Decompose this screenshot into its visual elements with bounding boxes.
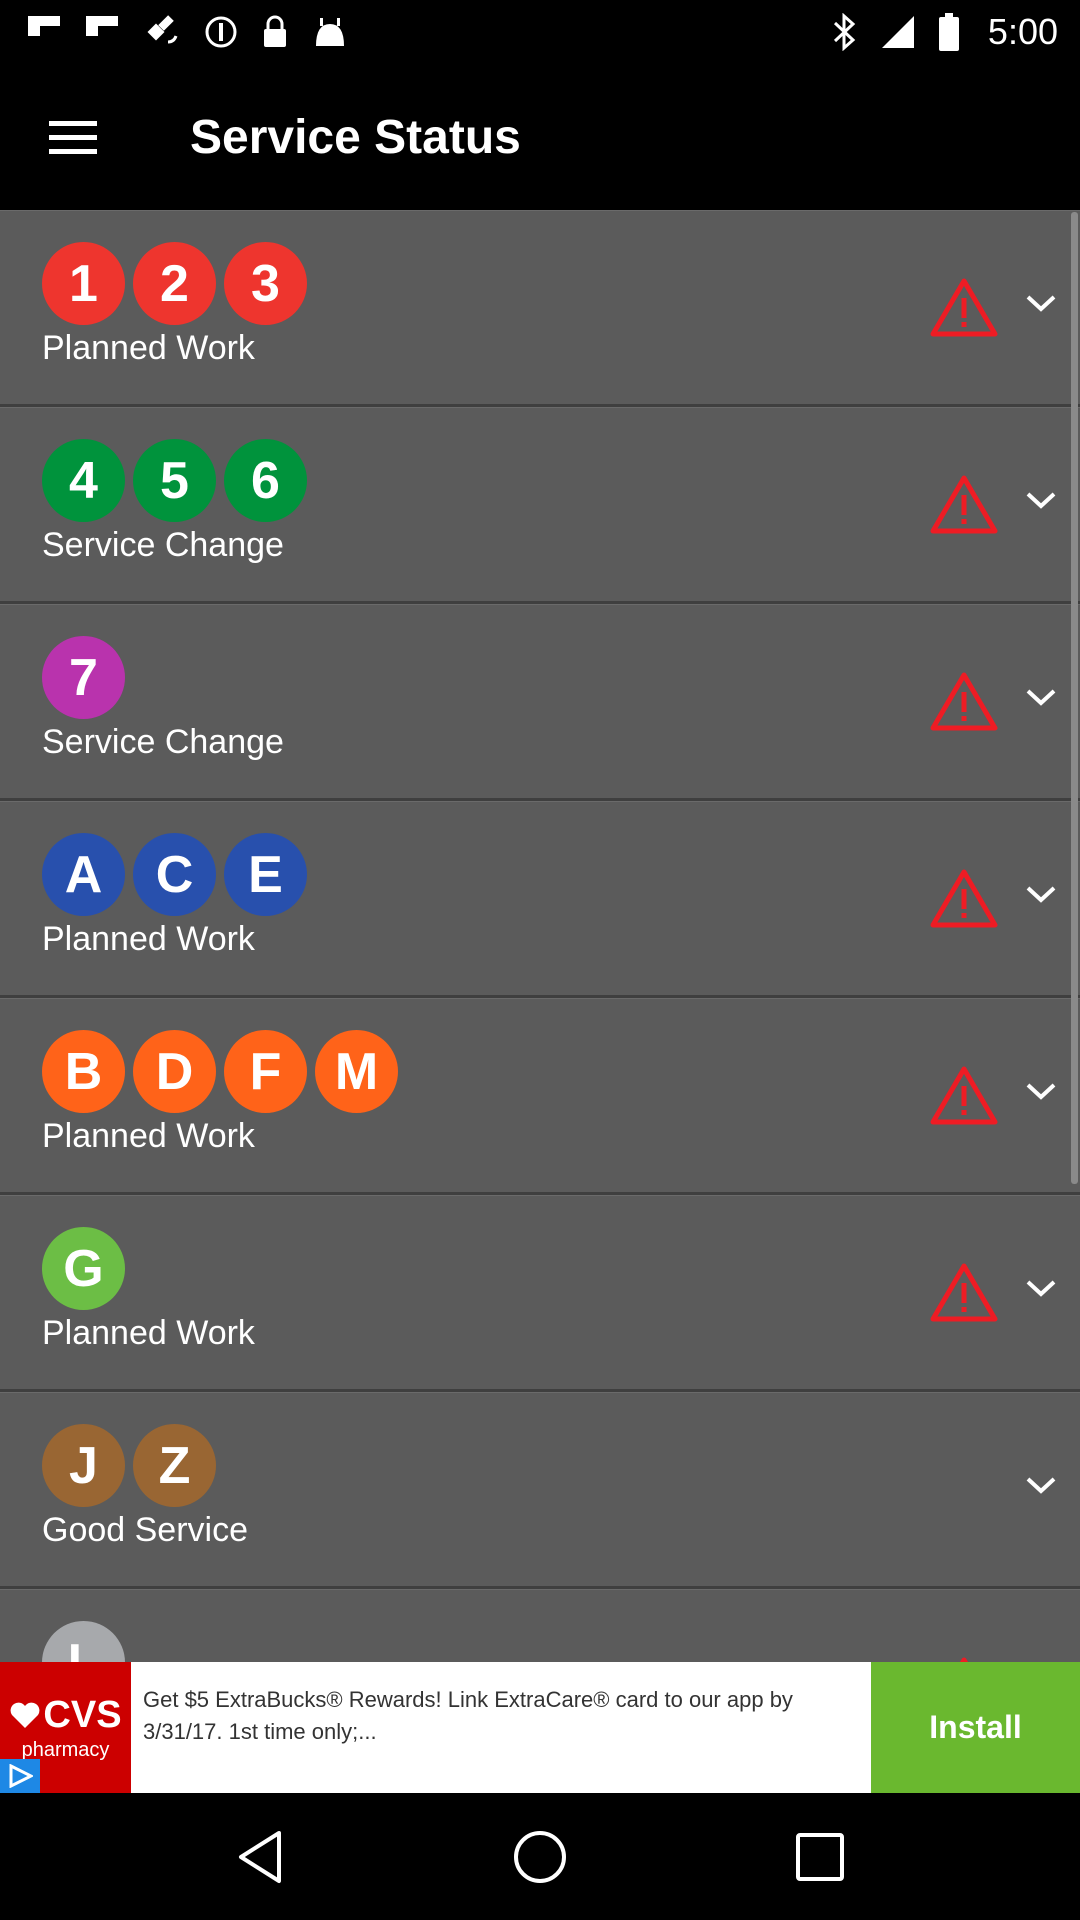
line-status-list: 1 2 3 Planned Work 4 5 6 Service Change 7 Service… <box>0 210 1080 1786</box>
flipboard-icon <box>84 14 120 50</box>
status-bar-notifications <box>26 12 348 52</box>
ad-logo: CVS pharmacy <box>0 1662 131 1793</box>
route-bullets: 7 <box>42 636 125 719</box>
ad-text[interactable]: Get $5 ExtraBucks® Rewards! Link ExtraCa… <box>131 1662 871 1793</box>
route-bullet: C <box>133 833 216 916</box>
route-bullet: E <box>224 833 307 916</box>
recents-icon <box>796 1832 844 1881</box>
line-status-text: Planned Work <box>42 920 255 958</box>
warning-icon <box>930 868 998 933</box>
navigation-bar <box>0 1793 1080 1920</box>
status-bar-system: 5:00 <box>832 11 1058 53</box>
install-button[interactable]: Install <box>871 1662 1080 1793</box>
chevron-down-icon[interactable] <box>1024 1475 1058 1502</box>
route-bullet: G <box>42 1227 125 1310</box>
heart-icon <box>11 1702 40 1728</box>
flipboard-icon <box>26 14 62 50</box>
route-bullet: M <box>315 1030 398 1113</box>
info-icon <box>204 15 238 49</box>
route-bullets: BDFM <box>42 1030 398 1113</box>
status-bar: 5:00 <box>0 0 1080 64</box>
route-bullets: 123 <box>42 242 307 325</box>
route-bullets: JZ <box>42 1424 216 1507</box>
line-status-text: Service Change <box>42 723 284 761</box>
warning-icon <box>930 474 998 539</box>
ad-logo-text: CVS <box>43 1693 122 1736</box>
android-icon <box>312 16 348 48</box>
back-button[interactable] <box>220 1817 300 1897</box>
ad-banner[interactable]: CVS pharmacy Get $5 ExtraBucks® Rewards!… <box>0 1662 1080 1793</box>
warning-icon <box>930 1065 998 1130</box>
status-time: 5:00 <box>987 11 1058 52</box>
route-bullet: Z <box>133 1424 216 1507</box>
route-bullet: 2 <box>133 242 216 325</box>
line-status-row[interactable]: 4 5 6 Service Change <box>0 407 1080 604</box>
scrollbar[interactable] <box>1071 212 1078 1184</box>
route-bullet: 7 <box>42 636 125 719</box>
route-bullet: 1 <box>42 242 125 325</box>
chevron-down-icon[interactable] <box>1024 293 1058 320</box>
app-bar: Service Status <box>0 64 1080 210</box>
chevron-down-icon[interactable] <box>1024 884 1058 911</box>
line-status-text: Planned Work <box>42 329 255 367</box>
screen: 5:00 Service Status 1 2 3 Planned Work 4 5 6 Se… <box>0 0 1080 1920</box>
line-status-row[interactable]: J Z Good Service <box>0 1392 1080 1589</box>
battery-icon <box>938 13 960 51</box>
hamburger-menu-icon <box>49 121 97 154</box>
line-status-row[interactable]: B D F M Planned Work <box>0 998 1080 1195</box>
route-bullet: 3 <box>224 242 307 325</box>
warning-icon <box>930 1262 998 1327</box>
warning-icon <box>930 671 998 736</box>
line-status-row[interactable]: A C E Planned Work <box>0 801 1080 998</box>
lock-icon <box>260 14 290 50</box>
page-title: Service Status <box>190 110 521 164</box>
line-status-row[interactable]: 1 2 3 Planned Work <box>0 210 1080 407</box>
back-icon <box>239 1830 281 1883</box>
fake-gps-icon <box>142 12 182 52</box>
home-button[interactable] <box>500 1817 580 1897</box>
chevron-down-icon[interactable] <box>1024 1081 1058 1108</box>
route-bullets: ACE <box>42 833 307 916</box>
ad-choices-icon[interactable] <box>0 1759 40 1793</box>
route-bullet: F <box>224 1030 307 1113</box>
ad-logo-main: CVS <box>9 1693 122 1737</box>
bluetooth-icon <box>832 13 858 51</box>
menu-button[interactable] <box>0 64 146 210</box>
route-bullet: J <box>42 1424 125 1507</box>
chevron-down-icon[interactable] <box>1024 687 1058 714</box>
chevron-down-icon[interactable] <box>1024 490 1058 517</box>
line-status-row[interactable]: G Planned Work <box>0 1195 1080 1392</box>
chevron-down-icon[interactable] <box>1024 1278 1058 1305</box>
line-status-text: Planned Work <box>42 1314 255 1352</box>
signal-icon <box>880 14 916 50</box>
line-status-text: Planned Work <box>42 1117 255 1155</box>
route-bullet: B <box>42 1030 125 1113</box>
recents-button[interactable] <box>780 1817 860 1897</box>
route-bullet: 4 <box>42 439 125 522</box>
home-icon <box>514 1830 566 1883</box>
route-bullet: D <box>133 1030 216 1113</box>
route-bullet: 6 <box>224 439 307 522</box>
line-status-text: Good Service <box>42 1511 248 1549</box>
route-bullets: 456 <box>42 439 307 522</box>
route-bullet: A <box>42 833 125 916</box>
warning-icon <box>930 277 998 342</box>
route-bullets: G <box>42 1227 125 1310</box>
line-status-row[interactable]: 7 Service Change <box>0 604 1080 801</box>
route-bullet: 5 <box>133 439 216 522</box>
line-status-text: Service Change <box>42 526 284 564</box>
